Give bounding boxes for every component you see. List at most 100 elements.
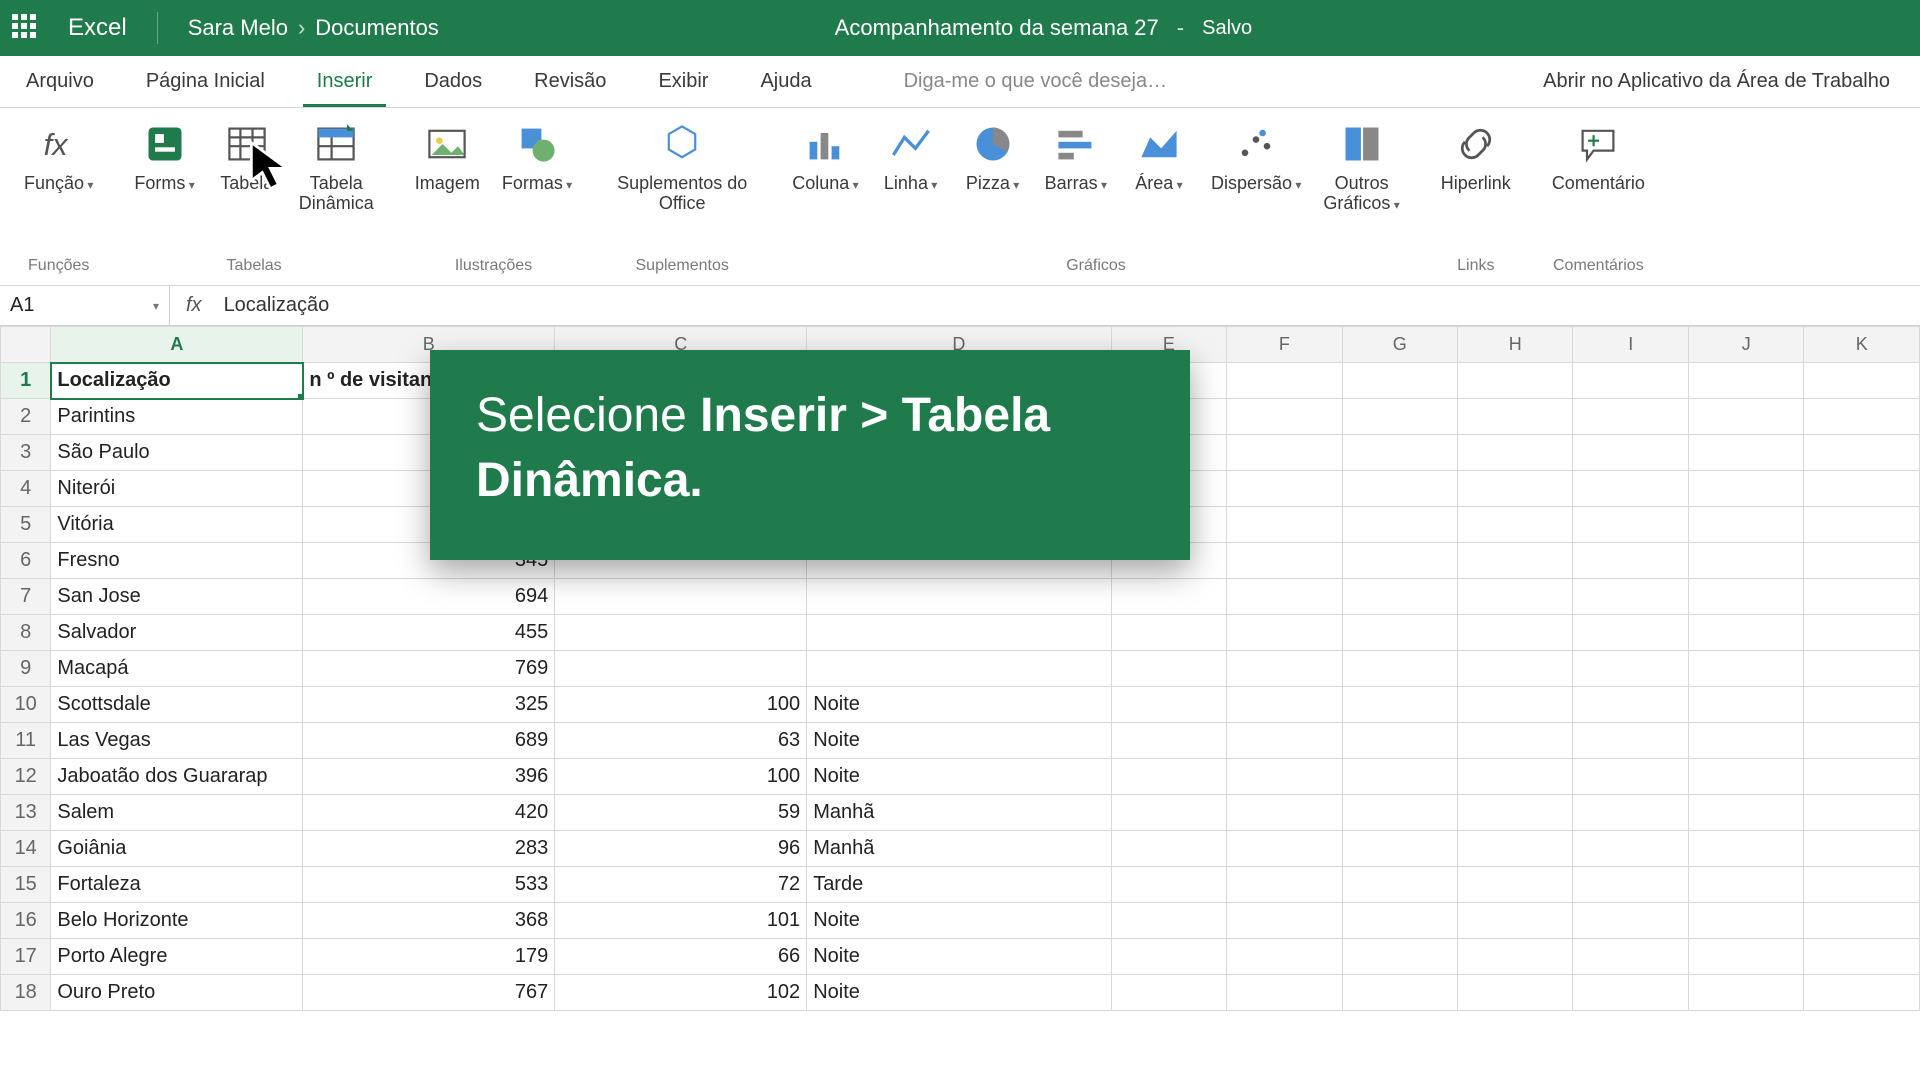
cell[interactable]: [1458, 651, 1573, 687]
cell[interactable]: [1227, 507, 1342, 543]
shapes-button[interactable]: Formas: [496, 118, 578, 198]
row-header[interactable]: 7: [1, 579, 51, 615]
cell[interactable]: 533: [303, 867, 555, 903]
other-charts-button[interactable]: Outros Gráficos: [1317, 118, 1405, 218]
cell[interactable]: [1227, 687, 1342, 723]
cell[interactable]: [1111, 831, 1226, 867]
tell-me-search[interactable]: Diga-me o que você deseja…: [878, 56, 1193, 107]
cell[interactable]: Salvador: [51, 615, 303, 651]
cell[interactable]: [1458, 615, 1573, 651]
cell[interactable]: [1342, 831, 1457, 867]
row-header[interactable]: 6: [1, 543, 51, 579]
cell[interactable]: Tarde: [807, 867, 1111, 903]
cell[interactable]: [1227, 471, 1342, 507]
cell[interactable]: 179: [303, 939, 555, 975]
cell[interactable]: [1804, 435, 1920, 471]
cell[interactable]: [1804, 363, 1920, 399]
cell[interactable]: [1342, 795, 1457, 831]
cell[interactable]: [555, 615, 807, 651]
row-header[interactable]: 12: [1, 759, 51, 795]
cell[interactable]: [1458, 867, 1573, 903]
cell[interactable]: [1227, 615, 1342, 651]
cell[interactable]: [1573, 543, 1688, 579]
cell[interactable]: San Jose: [51, 579, 303, 615]
cell[interactable]: [555, 651, 807, 687]
cell[interactable]: Las Vegas: [51, 723, 303, 759]
cell[interactable]: 72: [555, 867, 807, 903]
cell[interactable]: 283: [303, 831, 555, 867]
cell[interactable]: [1342, 687, 1457, 723]
cell[interactable]: [1573, 795, 1688, 831]
cell[interactable]: [1804, 759, 1920, 795]
cell[interactable]: São Paulo: [51, 435, 303, 471]
row-header[interactable]: 15: [1, 867, 51, 903]
cell[interactable]: [1804, 579, 1920, 615]
row-header[interactable]: 13: [1, 795, 51, 831]
cell[interactable]: [1458, 759, 1573, 795]
row-header[interactable]: 14: [1, 831, 51, 867]
cell[interactable]: [1573, 363, 1688, 399]
cell[interactable]: [555, 579, 807, 615]
cell[interactable]: [1573, 579, 1688, 615]
breadcrumb-folder[interactable]: Documentos: [315, 15, 439, 41]
cell[interactable]: [1227, 831, 1342, 867]
cell[interactable]: [1458, 471, 1573, 507]
cell[interactable]: [1458, 975, 1573, 1011]
row-header[interactable]: 10: [1, 687, 51, 723]
cell[interactable]: 63: [555, 723, 807, 759]
cell[interactable]: 325: [303, 687, 555, 723]
cell[interactable]: [1688, 579, 1803, 615]
col-header-F[interactable]: F: [1227, 327, 1342, 363]
cell[interactable]: [807, 615, 1111, 651]
cell[interactable]: [1804, 615, 1920, 651]
cell[interactable]: Scottsdale: [51, 687, 303, 723]
cell[interactable]: [1688, 471, 1803, 507]
column-chart-button[interactable]: Coluna: [786, 118, 864, 218]
cell[interactable]: [1111, 615, 1226, 651]
cell[interactable]: [1688, 723, 1803, 759]
cell[interactable]: [1111, 939, 1226, 975]
cell[interactable]: [1342, 975, 1457, 1011]
cell[interactable]: [1227, 363, 1342, 399]
cell[interactable]: [1342, 363, 1457, 399]
cell[interactable]: [1458, 363, 1573, 399]
cell[interactable]: [1804, 939, 1920, 975]
cell[interactable]: [1804, 723, 1920, 759]
pie-chart-button[interactable]: Pizza: [957, 118, 1029, 218]
cell[interactable]: [1227, 543, 1342, 579]
cell[interactable]: [1804, 687, 1920, 723]
cell[interactable]: Parintins: [51, 399, 303, 435]
tab-exibir[interactable]: Exibir: [632, 56, 734, 107]
cell[interactable]: [1804, 399, 1920, 435]
cell[interactable]: [1458, 723, 1573, 759]
cell[interactable]: 59: [555, 795, 807, 831]
row-header[interactable]: 16: [1, 903, 51, 939]
cell[interactable]: [1227, 867, 1342, 903]
formula-input[interactable]: Localização: [218, 294, 330, 317]
cell[interactable]: Noite: [807, 687, 1111, 723]
cell[interactable]: [1342, 435, 1457, 471]
cell[interactable]: [1804, 831, 1920, 867]
cell[interactable]: Noite: [807, 975, 1111, 1011]
cell[interactable]: [1573, 867, 1688, 903]
cell[interactable]: Fortaleza: [51, 867, 303, 903]
cell[interactable]: [1804, 471, 1920, 507]
cell[interactable]: [1227, 939, 1342, 975]
tab-pagina-inicial[interactable]: Página Inicial: [120, 56, 291, 107]
cell[interactable]: [1111, 903, 1226, 939]
cell[interactable]: [1227, 975, 1342, 1011]
cell[interactable]: [1342, 471, 1457, 507]
image-button[interactable]: Imagem: [409, 118, 486, 198]
tab-inserir[interactable]: Inserir: [291, 56, 399, 107]
cell[interactable]: [1227, 435, 1342, 471]
cell[interactable]: Salem: [51, 795, 303, 831]
cell[interactable]: [1227, 723, 1342, 759]
cell[interactable]: [1342, 507, 1457, 543]
cell[interactable]: [1111, 579, 1226, 615]
name-box[interactable]: A1 ▾: [0, 286, 170, 325]
cell[interactable]: [1804, 795, 1920, 831]
col-header-K[interactable]: K: [1804, 327, 1920, 363]
col-header-I[interactable]: I: [1573, 327, 1688, 363]
cell[interactable]: [1573, 615, 1688, 651]
row-header[interactable]: 2: [1, 399, 51, 435]
